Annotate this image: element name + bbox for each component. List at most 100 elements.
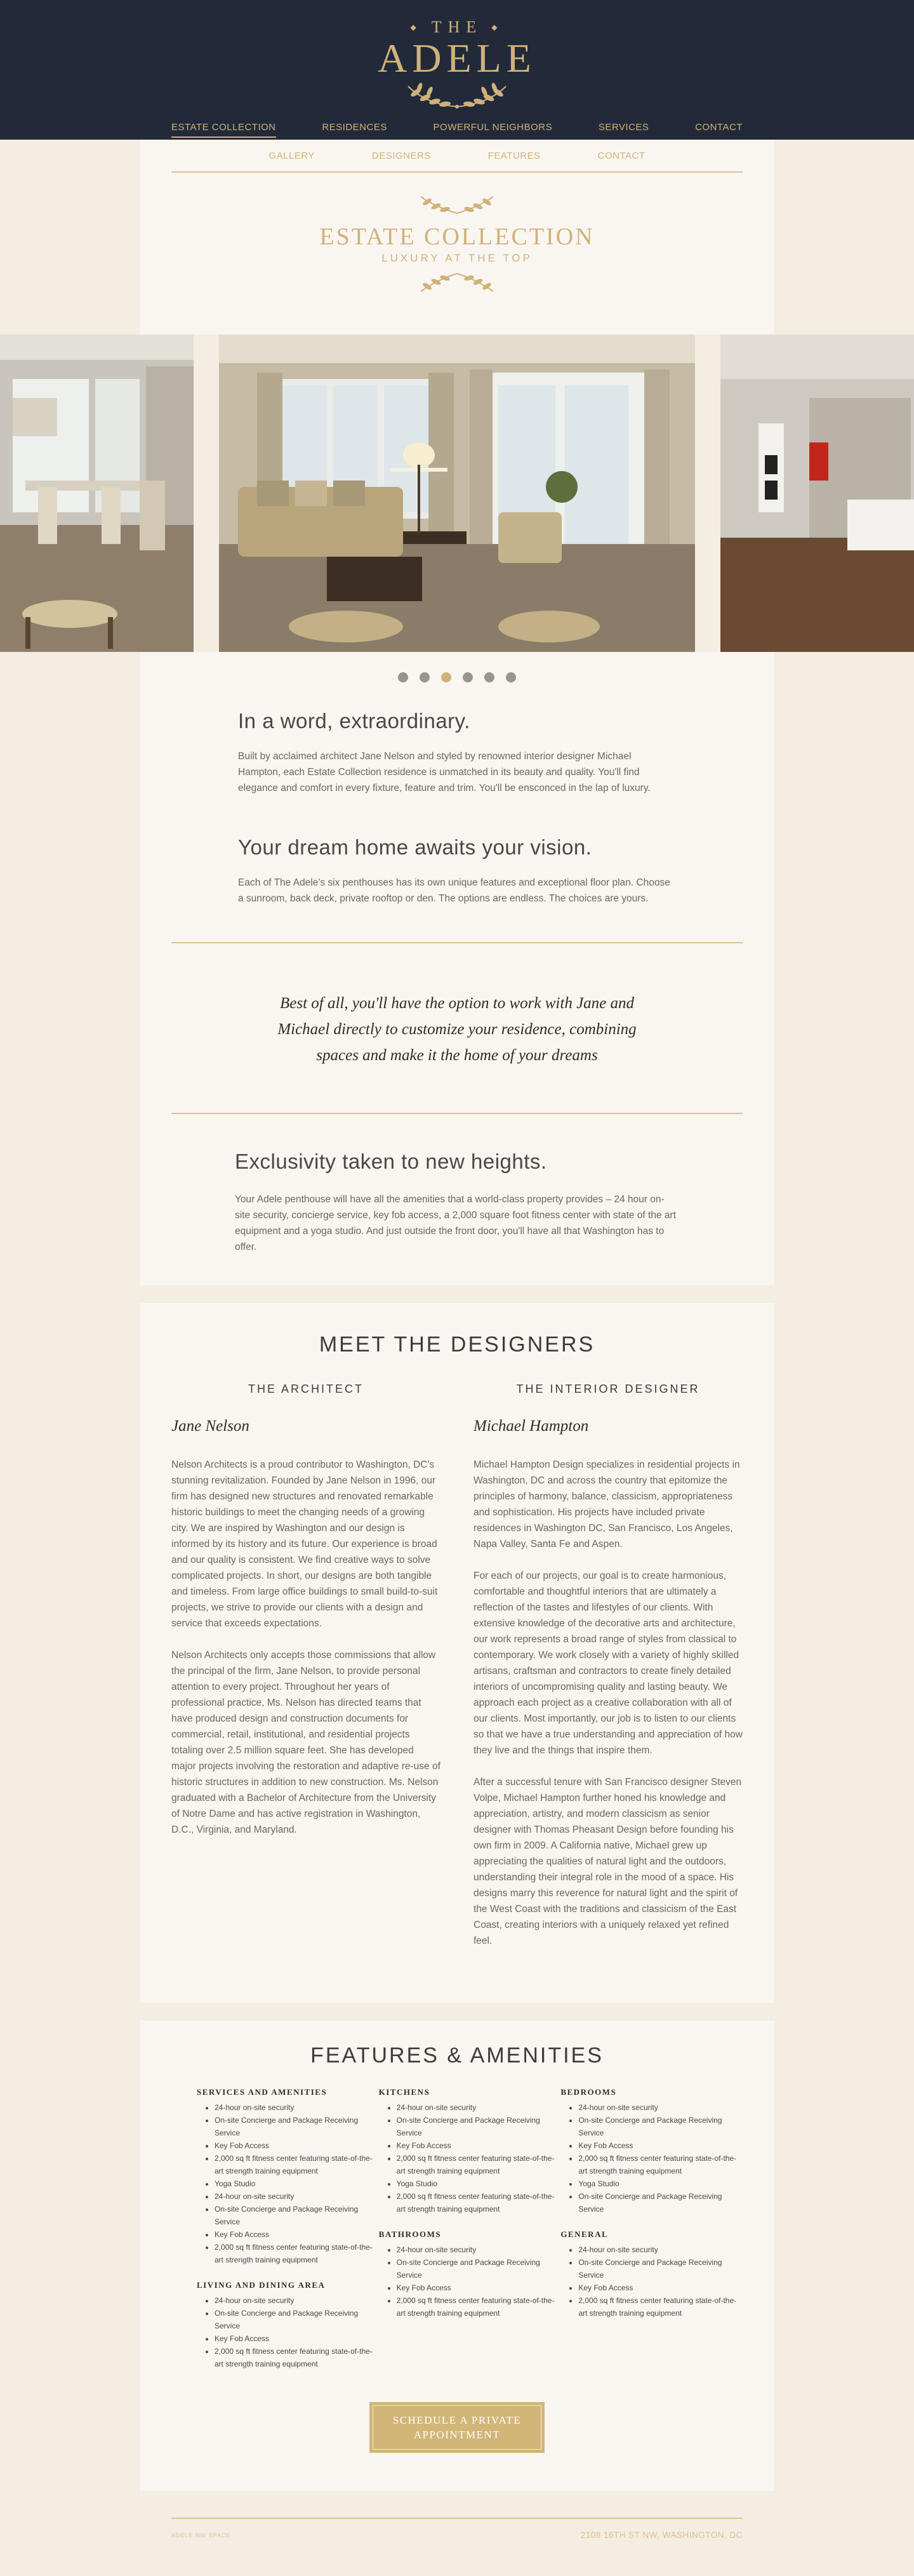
subnav-contact[interactable]: CONTACT [598, 150, 646, 161]
interior-paragraph: After a successful tenure with San Franc… [474, 1777, 742, 1946]
logo-name: ADELE [378, 36, 536, 81]
schedule-appointment-button[interactable]: SCHEDULE A PRIVATE APPOINTMENT [369, 2402, 545, 2453]
feature-item: Key Fob Access [215, 2139, 379, 2152]
feature-item: 24-hour on-site security [578, 2243, 743, 2256]
feature-item: 2,000 sq ft fitness center featuring sta… [578, 2294, 743, 2320]
interior-paragraph: For each of our projects, our goal is to… [474, 1570, 743, 1756]
feature-item: 24-hour on-site security [215, 2101, 379, 2114]
feature-group-heading: SERVICES AND AMENITIES [197, 2087, 328, 2097]
estate-panel: GALLERY DESIGNERS FEATURES CONTACT ESTAT… [140, 140, 774, 335]
feature-list: 24-hour on-site securityOn-site Concierg… [197, 2101, 379, 2266]
interior-role: THE INTERIOR DESIGNER [516, 1383, 700, 1395]
nav-contact[interactable]: CONTACT [695, 122, 743, 138]
features-section: FEATURES & AMENITIES SERVICES AND AMENIT… [140, 2021, 774, 2491]
laurel-icon [407, 83, 507, 109]
feature-item: 24-hour on-site security [578, 2101, 743, 2114]
slide-hallway[interactable] [720, 335, 914, 652]
feature-item: On-site Concierge and Package Receiving … [215, 2307, 379, 2332]
features-title: FEATURES & AMENITIES [310, 2043, 604, 2068]
feature-group-heading: KITCHENS [378, 2087, 430, 2097]
subnav-features[interactable]: FEATURES [488, 150, 541, 161]
feature-item: Key Fob Access [397, 2139, 561, 2152]
hero-title-block: ESTATE COLLECTION LUXURY AT THE TOP [140, 173, 774, 335]
schedule-appointment-label: SCHEDULE A PRIVATE APPOINTMENT [373, 2405, 541, 2450]
carousel-dot[interactable] [398, 672, 408, 682]
main-nav: ESTATE COLLECTION RESIDENCES POWERFUL NE… [171, 122, 743, 138]
feature-item: 2,000 sq ft fitness center featuring sta… [397, 2294, 561, 2320]
feature-item: Yoga Studio [397, 2177, 561, 2190]
feature-item: Key Fob Access [215, 2332, 379, 2345]
features-column: BEDROOMS24-hour on-site securityOn-site … [560, 2087, 743, 2384]
feature-group-heading: GENERAL [560, 2229, 609, 2239]
feature-list: 24-hour on-site securityOn-site Concierg… [379, 2243, 561, 2320]
feature-item: Key Fob Access [578, 2281, 743, 2294]
pull-quote: Best of all, you'll have the option to w… [277, 995, 637, 1064]
exclusivity-heading: Exclusivity taken to new heights. [235, 1150, 547, 1173]
slide-dining-room[interactable] [0, 335, 194, 652]
features-grid: SERVICES AND AMENITIES 24-hour on-site se… [171, 2087, 743, 2384]
intro-heading: In a word, extraordinary. [238, 709, 470, 733]
feature-group-heading: BEDROOMS [560, 2087, 617, 2097]
nav-residences[interactable]: RESIDENCES [322, 122, 387, 138]
feature-group-heading: BATHROOMS [378, 2229, 442, 2239]
features-column: KITCHENS24-hour on-site securityOn-site … [379, 2087, 561, 2384]
subnav-designers[interactable]: DESIGNERS [372, 150, 431, 161]
intro-section: In a word, extraordinary. Built by accla… [140, 709, 774, 1285]
feature-item: On-site Concierge and Package Receiving … [215, 2203, 379, 2228]
feature-item: On-site Concierge and Package Receiving … [397, 2256, 561, 2281]
interior-column: THE INTERIOR DESIGNER Michael Hampton Mi… [474, 1383, 743, 1965]
logo-the: THE [431, 18, 483, 36]
feature-list: 24-hour on-site securityOn-site Concierg… [379, 2101, 561, 2215]
logo-dot-icon: ◆ [491, 22, 504, 32]
vision-heading: Your dream home awaits your vision. [238, 835, 592, 859]
exclusivity-block: Exclusivity taken to new heights. Your A… [140, 1114, 774, 1285]
slide-living-room[interactable] [219, 335, 695, 652]
carousel-dot[interactable] [484, 672, 494, 682]
nav-services[interactable]: SERVICES [599, 122, 649, 138]
site-footer: ADELE NW SPACE 2108 16TH ST NW, WASHINGT… [140, 2518, 774, 2568]
subnav-gallery[interactable]: GALLERY [268, 150, 314, 161]
hero-title: ESTATE COLLECTION [319, 223, 595, 250]
feature-item: 2,000 sq ft fitness center featuring sta… [578, 2152, 743, 2177]
designers-section: MEET THE DESIGNERS THE ARCHITECT Jane Ne… [140, 1303, 774, 2003]
exclusivity-body: Your Adele penthouse will have all the a… [235, 1194, 676, 1252]
footer-divider [171, 2518, 743, 2519]
feature-item: 2,000 sq ft fitness center featuring sta… [215, 2345, 379, 2370]
feature-item: Key Fob Access [578, 2139, 743, 2152]
architect-name: Jane Nelson [171, 1417, 249, 1435]
footer-address[interactable]: 2108 16TH ST NW, WASHINGTON, DC [581, 2530, 743, 2540]
feature-item: On-site Concierge and Package Receiving … [397, 2114, 561, 2139]
carousel-dot[interactable] [506, 672, 516, 682]
feature-item: On-site Concierge and Package Receiving … [578, 2190, 743, 2215]
architect-paragraph: Nelson Architects only accepts those com… [171, 1650, 440, 1835]
carousel-dot[interactable] [463, 672, 473, 682]
feature-item: 24-hour on-site security [397, 2101, 561, 2114]
feature-item: 24-hour on-site security [397, 2243, 561, 2256]
feature-list: 24-hour on-site security On-site Concierg… [560, 2101, 743, 2215]
nav-estate-collection[interactable]: ESTATE COLLECTION [171, 122, 276, 138]
carousel-dot[interactable] [420, 672, 430, 682]
feature-item: 2,000 sq ft fitness center featuring sta… [397, 2190, 561, 2215]
intro-body: Built by acclaimed architect Jane Nelson… [238, 751, 651, 793]
carousel-dots [140, 652, 774, 709]
vision-body: Each of The Adele's six penthouses has i… [238, 877, 670, 904]
photo-carousel[interactable] [0, 335, 914, 652]
footer-brand: ADELE NW SPACE [171, 2532, 231, 2539]
laurel-top-icon [420, 196, 494, 214]
vision-block: Your dream home awaits your vision. Each… [238, 835, 676, 906]
interior-name: Michael Hampton [474, 1417, 589, 1435]
nav-powerful-neighbors[interactable]: POWERFUL NEIGHBORS [434, 122, 553, 138]
feature-item: 2,000 sq ft fitness center featuring sta… [215, 2152, 379, 2177]
carousel-dot-active[interactable] [441, 672, 451, 682]
site-logo[interactable]: ◆ THE ◆ ADELE [0, 18, 914, 109]
feature-item: On-site Concierge and Package Receiving … [215, 2114, 379, 2139]
laurel-bottom-icon [420, 273, 494, 292]
interior-paragraph: Michael Hampton Design specializes in re… [474, 1459, 740, 1550]
feature-item: Yoga Studio [578, 2177, 743, 2190]
feature-item: On-site Concierge and Package Receiving … [578, 2256, 743, 2281]
feature-group-heading: LIVING AND DINING AREA [197, 2280, 326, 2290]
feature-list: 24-hour on-site securityOn-site Concierg… [560, 2243, 743, 2320]
feature-item: Yoga Studio [215, 2177, 379, 2190]
feature-item: Key Fob Access [215, 2228, 379, 2241]
features-column: SERVICES AND AMENITIES 24-hour on-site se… [197, 2087, 379, 2384]
